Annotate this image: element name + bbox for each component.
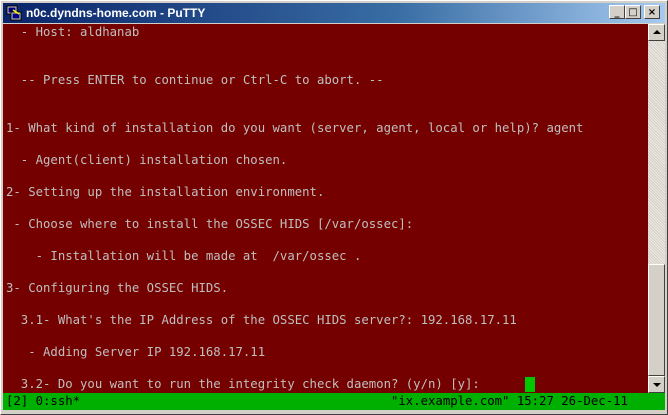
- window-list: [2] 0:ssh*: [6, 394, 81, 408]
- screen-status-line: [2] 0:ssh* "ix.example.com" 15:27 26-Dec…: [3, 393, 665, 410]
- vertical-scrollbar[interactable]: [648, 24, 665, 393]
- terminal-cursor: [525, 377, 535, 392]
- terminal-line: - Host: aldhanab: [6, 25, 140, 39]
- terminal-line: - Choose where to install the OSSEC HIDS…: [6, 217, 414, 231]
- terminal-line: -- Press ENTER to continue or Ctrl-C to …: [6, 73, 384, 87]
- title-bar[interactable]: n0c.dyndns-home.com - PuTTY _ □ ×: [3, 3, 665, 23]
- terminal-line: - Installation will be made at /var/osse…: [6, 249, 362, 263]
- terminal-screen[interactable]: - Host: aldhanab -- Press ENTER to conti…: [3, 24, 648, 393]
- terminal-prompt-line: 3.2- Do you want to run the integrity ch…: [6, 377, 488, 391]
- close-button[interactable]: ×: [644, 5, 660, 19]
- maximize-button[interactable]: □: [625, 5, 641, 19]
- putty-app-icon[interactable]: [6, 5, 22, 21]
- minimize-button[interactable]: _: [609, 5, 625, 19]
- terminal-line: 2- Setting up the installation environme…: [6, 185, 325, 199]
- terminal-line: - Adding Server IP 192.168.17.11: [6, 345, 266, 359]
- putty-window: n0c.dyndns-home.com - PuTTY _ □ × - Host…: [0, 0, 668, 415]
- arrow-down-icon: [653, 383, 661, 387]
- window-title: n0c.dyndns-home.com - PuTTY: [26, 6, 206, 20]
- terminal-line: 3- Configuring the OSSEC HIDS.: [6, 281, 229, 295]
- arrow-up-icon: [653, 30, 661, 34]
- scrollbar-thumb[interactable]: [648, 264, 665, 376]
- scroll-down-button[interactable]: [648, 376, 665, 393]
- close-icon: ×: [647, 6, 657, 18]
- terminal-line: 3.1- What's the IP Address of the OSSEC …: [6, 313, 517, 327]
- minimize-icon: _: [614, 6, 620, 18]
- host-clock-date: "ix.example.com" 15:27 26-Dec-11: [391, 394, 628, 408]
- scroll-up-button[interactable]: [648, 24, 665, 41]
- terminal-line: - Agent(client) installation chosen.: [6, 153, 288, 167]
- terminal-line: 1- What kind of installation do you want…: [6, 121, 584, 135]
- maximize-icon: □: [628, 6, 638, 18]
